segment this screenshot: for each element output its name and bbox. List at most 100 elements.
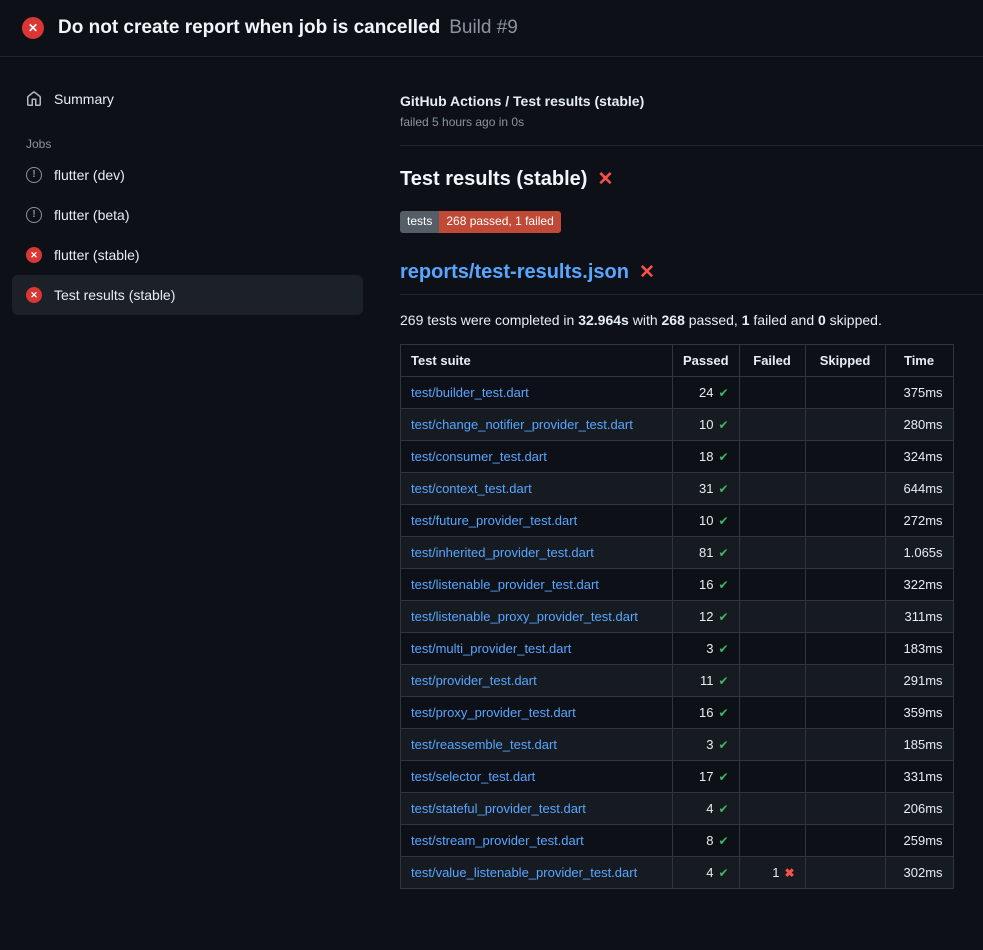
test-suite-link[interactable]: test/multi_provider_test.dart [411, 641, 571, 656]
report-file-link[interactable]: reports/test-results.json [400, 261, 629, 284]
test-suite-link[interactable]: test/builder_test.dart [411, 385, 529, 400]
fail-x-icon: ✕ [597, 170, 613, 189]
table-row: test/stateful_provider_test.dart4✔206ms [401, 792, 954, 824]
alert-circle-icon: ! [26, 207, 42, 223]
suite-cell: test/provider_test.dart [401, 664, 673, 696]
x-icon: ✖ [784, 866, 794, 880]
failed-cell [739, 632, 805, 664]
x-circle-icon: ✕ [26, 247, 42, 263]
badge-label: tests [400, 211, 439, 233]
time-cell: 324ms [885, 440, 953, 472]
x-circle-icon: ✕ [26, 287, 42, 303]
skipped-cell [805, 728, 885, 760]
test-suite-link[interactable]: test/context_test.dart [411, 481, 532, 496]
check-icon: ✔ [718, 706, 728, 720]
passed-count: 10 [699, 417, 713, 432]
passed-count: 81 [699, 545, 713, 560]
skipped-cell [805, 536, 885, 568]
test-suite-link[interactable]: test/stream_provider_test.dart [411, 833, 584, 848]
skipped-cell [805, 440, 885, 472]
suite-cell: test/listenable_provider_test.dart [401, 568, 673, 600]
check-icon: ✔ [718, 610, 728, 624]
table-row: test/change_notifier_provider_test.dart 1… [401, 408, 954, 440]
failed-cell [739, 760, 805, 792]
passed-count: 17 [699, 769, 713, 784]
test-suite-link[interactable]: test/consumer_test.dart [411, 449, 547, 464]
test-suite-link[interactable]: test/listenable_proxy_provider_test.dart [411, 609, 638, 624]
skipped-cell [805, 760, 885, 792]
jobs-section-label: Jobs [26, 137, 349, 151]
test-suite-link[interactable]: test/value_listenable_provider_test.dart [411, 865, 637, 880]
check-icon: ✔ [718, 386, 728, 400]
sidebar-item-test-results-stable[interactable]: ✕ Test results (stable) [12, 275, 363, 315]
divider [400, 145, 983, 146]
table-row: test/value_listenable_provider_test.dart… [401, 856, 954, 888]
failed-cell [739, 728, 805, 760]
skipped-cell [805, 632, 885, 664]
test-results-table: Test suitePassedFailedSkippedTime test/b… [400, 344, 954, 889]
passed-count: 12 [699, 609, 713, 624]
time-cell: 1.065s [885, 536, 953, 568]
breadcrumb: GitHub Actions / Test results (stable) [400, 93, 983, 109]
check-icon: ✔ [718, 738, 728, 752]
passed-count: 11 [700, 673, 714, 688]
time-cell: 644ms [885, 472, 953, 504]
failed-cell [739, 696, 805, 728]
test-suite-link[interactable]: test/provider_test.dart [411, 673, 537, 688]
column-header-skipped: Skipped [805, 344, 885, 376]
sidebar: Summary Jobs ! flutter (dev) ! flutter (… [0, 57, 375, 315]
sidebar-item-flutter-dev[interactable]: ! flutter (dev) [12, 155, 363, 195]
failed-cell [739, 472, 805, 504]
summary-segment: 0 [818, 312, 826, 328]
table-row: test/builder_test.dart24✔375ms [401, 376, 954, 408]
table-row: test/future_provider_test.dart10✔272ms [401, 504, 954, 536]
test-suite-link[interactable]: test/future_provider_test.dart [411, 513, 577, 528]
passed-cell: 3✔ [673, 632, 740, 664]
run-build-number: Build #9 [449, 17, 518, 39]
summary-segment: with [629, 312, 662, 328]
passed-cell: 24✔ [673, 376, 740, 408]
suite-cell: test/builder_test.dart [401, 376, 673, 408]
sidebar-item-label: Summary [54, 91, 114, 107]
time-cell: 185ms [885, 728, 953, 760]
table-row: test/stream_provider_test.dart8✔259ms [401, 824, 954, 856]
skipped-cell [805, 376, 885, 408]
passed-cell: 18✔ [673, 440, 740, 472]
section-title: Test results (stable) [400, 168, 587, 191]
passed-cell: 3✔ [673, 728, 740, 760]
test-suite-link[interactable]: test/reassemble_test.dart [411, 737, 557, 752]
sidebar-item-flutter-beta[interactable]: ! flutter (beta) [12, 195, 363, 235]
failed-cell [739, 792, 805, 824]
sidebar-item-flutter-stable[interactable]: ✕ flutter (stable) [12, 235, 363, 275]
summary-segment: 32.964s [578, 312, 629, 328]
test-suite-link[interactable]: test/listenable_provider_test.dart [411, 577, 599, 592]
passed-cell: 31✔ [673, 472, 740, 504]
test-suite-link[interactable]: test/stateful_provider_test.dart [411, 801, 586, 816]
passed-count: 3 [706, 641, 713, 656]
suite-cell: test/change_notifier_provider_test.dart [401, 408, 673, 440]
alert-circle-icon: ! [26, 167, 42, 183]
test-suite-link[interactable]: test/selector_test.dart [411, 769, 535, 784]
sidebar-item-summary[interactable]: Summary [12, 79, 363, 119]
time-cell: 280ms [885, 408, 953, 440]
skipped-cell [805, 600, 885, 632]
test-suite-link[interactable]: test/inherited_provider_test.dart [411, 545, 594, 560]
suite-cell: test/future_provider_test.dart [401, 504, 673, 536]
table-row: test/proxy_provider_test.dart16✔359ms [401, 696, 954, 728]
table-row: test/reassemble_test.dart 3✔ 185ms [401, 728, 954, 760]
failed-count: 1 [772, 865, 779, 880]
test-suite-link[interactable]: test/proxy_provider_test.dart [411, 705, 576, 720]
check-icon: ✔ [718, 578, 728, 592]
skipped-cell [805, 664, 885, 696]
passed-cell: 12 ✔ [673, 600, 740, 632]
failed-cell [739, 824, 805, 856]
test-suite-link[interactable]: test/change_notifier_provider_test.dart [411, 417, 633, 432]
divider [400, 294, 983, 295]
summary-segment: 268 [662, 312, 685, 328]
passed-count: 4 [706, 801, 713, 816]
suite-cell: test/reassemble_test.dart [401, 728, 673, 760]
passed-cell: 11✔ [673, 664, 740, 696]
passed-cell: 17✔ [673, 760, 740, 792]
passed-cell: 4✔ [673, 856, 740, 888]
suite-cell: test/multi_provider_test.dart [401, 632, 673, 664]
